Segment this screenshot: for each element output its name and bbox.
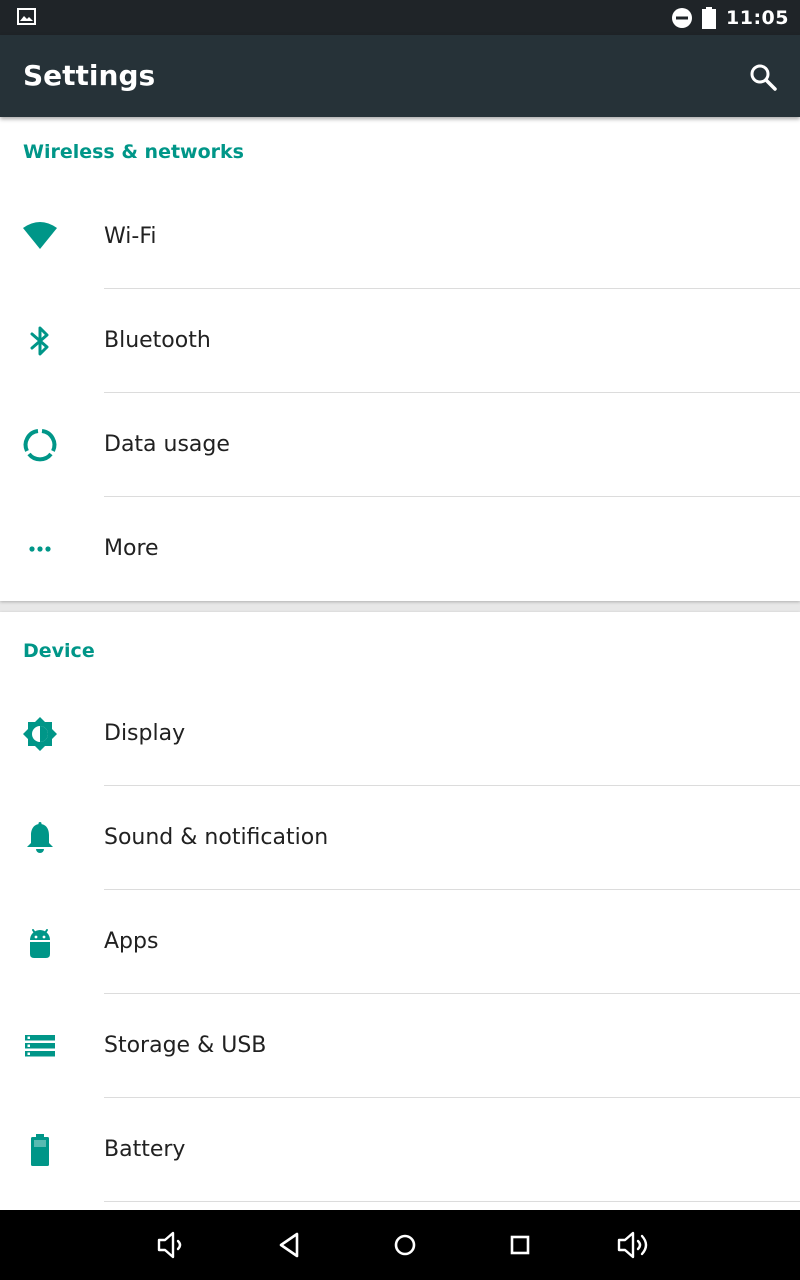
settings-item-label: More [104,536,159,561]
navigation-bar [0,1210,800,1280]
settings-item-label: Display [104,721,186,746]
section-header-device: Device [23,640,95,662]
status-clock: 11:05 [726,6,789,29]
settings-item-sound-notification[interactable]: Sound & notification [0,786,800,890]
settings-item-bluetooth[interactable]: Bluetooth [0,289,800,393]
recents-icon[interactable] [502,1227,538,1263]
settings-item-label: Sound & notification [104,825,329,850]
status-bar: 11:05 [0,0,800,35]
settings-item-wifi[interactable]: Wi-Fi [0,185,800,289]
settings-item-storage-usb[interactable]: Storage & USB [0,994,800,1098]
app-bar: Settings [0,35,800,117]
android-icon [30,929,50,958]
wireless-section: Wireless & networks Wi-Fi Bluetooth Data… [0,117,800,601]
search-icon[interactable] [748,62,778,92]
section-header-wireless: Wireless & networks [23,141,244,163]
settings-item-label: Storage & USB [104,1033,267,1058]
divider [104,1201,800,1202]
more-dots-icon [29,546,51,552]
bell-icon [27,822,53,853]
brightness-icon [23,717,57,751]
settings-item-data-usage[interactable]: Data usage [0,393,800,497]
image-notification-icon [17,8,36,25]
page-title: Settings [23,59,156,92]
back-icon[interactable] [272,1227,308,1263]
storage-icon [25,1035,55,1057]
settings-item-label: Wi-Fi [104,224,157,249]
settings-item-label: Bluetooth [104,328,211,353]
settings-item-more[interactable]: More [0,497,800,601]
settings-item-battery[interactable]: Battery [0,1098,800,1202]
volume-down-icon[interactable] [154,1227,190,1263]
settings-item-label: Data usage [104,432,230,457]
bluetooth-icon [30,326,49,356]
settings-item-apps[interactable]: Apps [0,890,800,994]
settings-item-display[interactable]: Display [0,682,800,786]
battery-icon [702,6,717,29]
settings-item-label: Apps [104,929,159,954]
home-icon[interactable] [387,1227,423,1263]
device-section: Device Display Sound & notification Apps… [0,612,800,1210]
battery-icon [31,1134,49,1166]
do-not-disturb-icon [672,7,693,28]
settings-list: Wireless & networks Wi-Fi Bluetooth Data… [0,117,800,1210]
volume-up-icon[interactable] [616,1227,652,1263]
data-usage-icon [23,429,57,462]
settings-item-label: Battery [104,1137,186,1162]
wifi-icon [23,222,57,249]
